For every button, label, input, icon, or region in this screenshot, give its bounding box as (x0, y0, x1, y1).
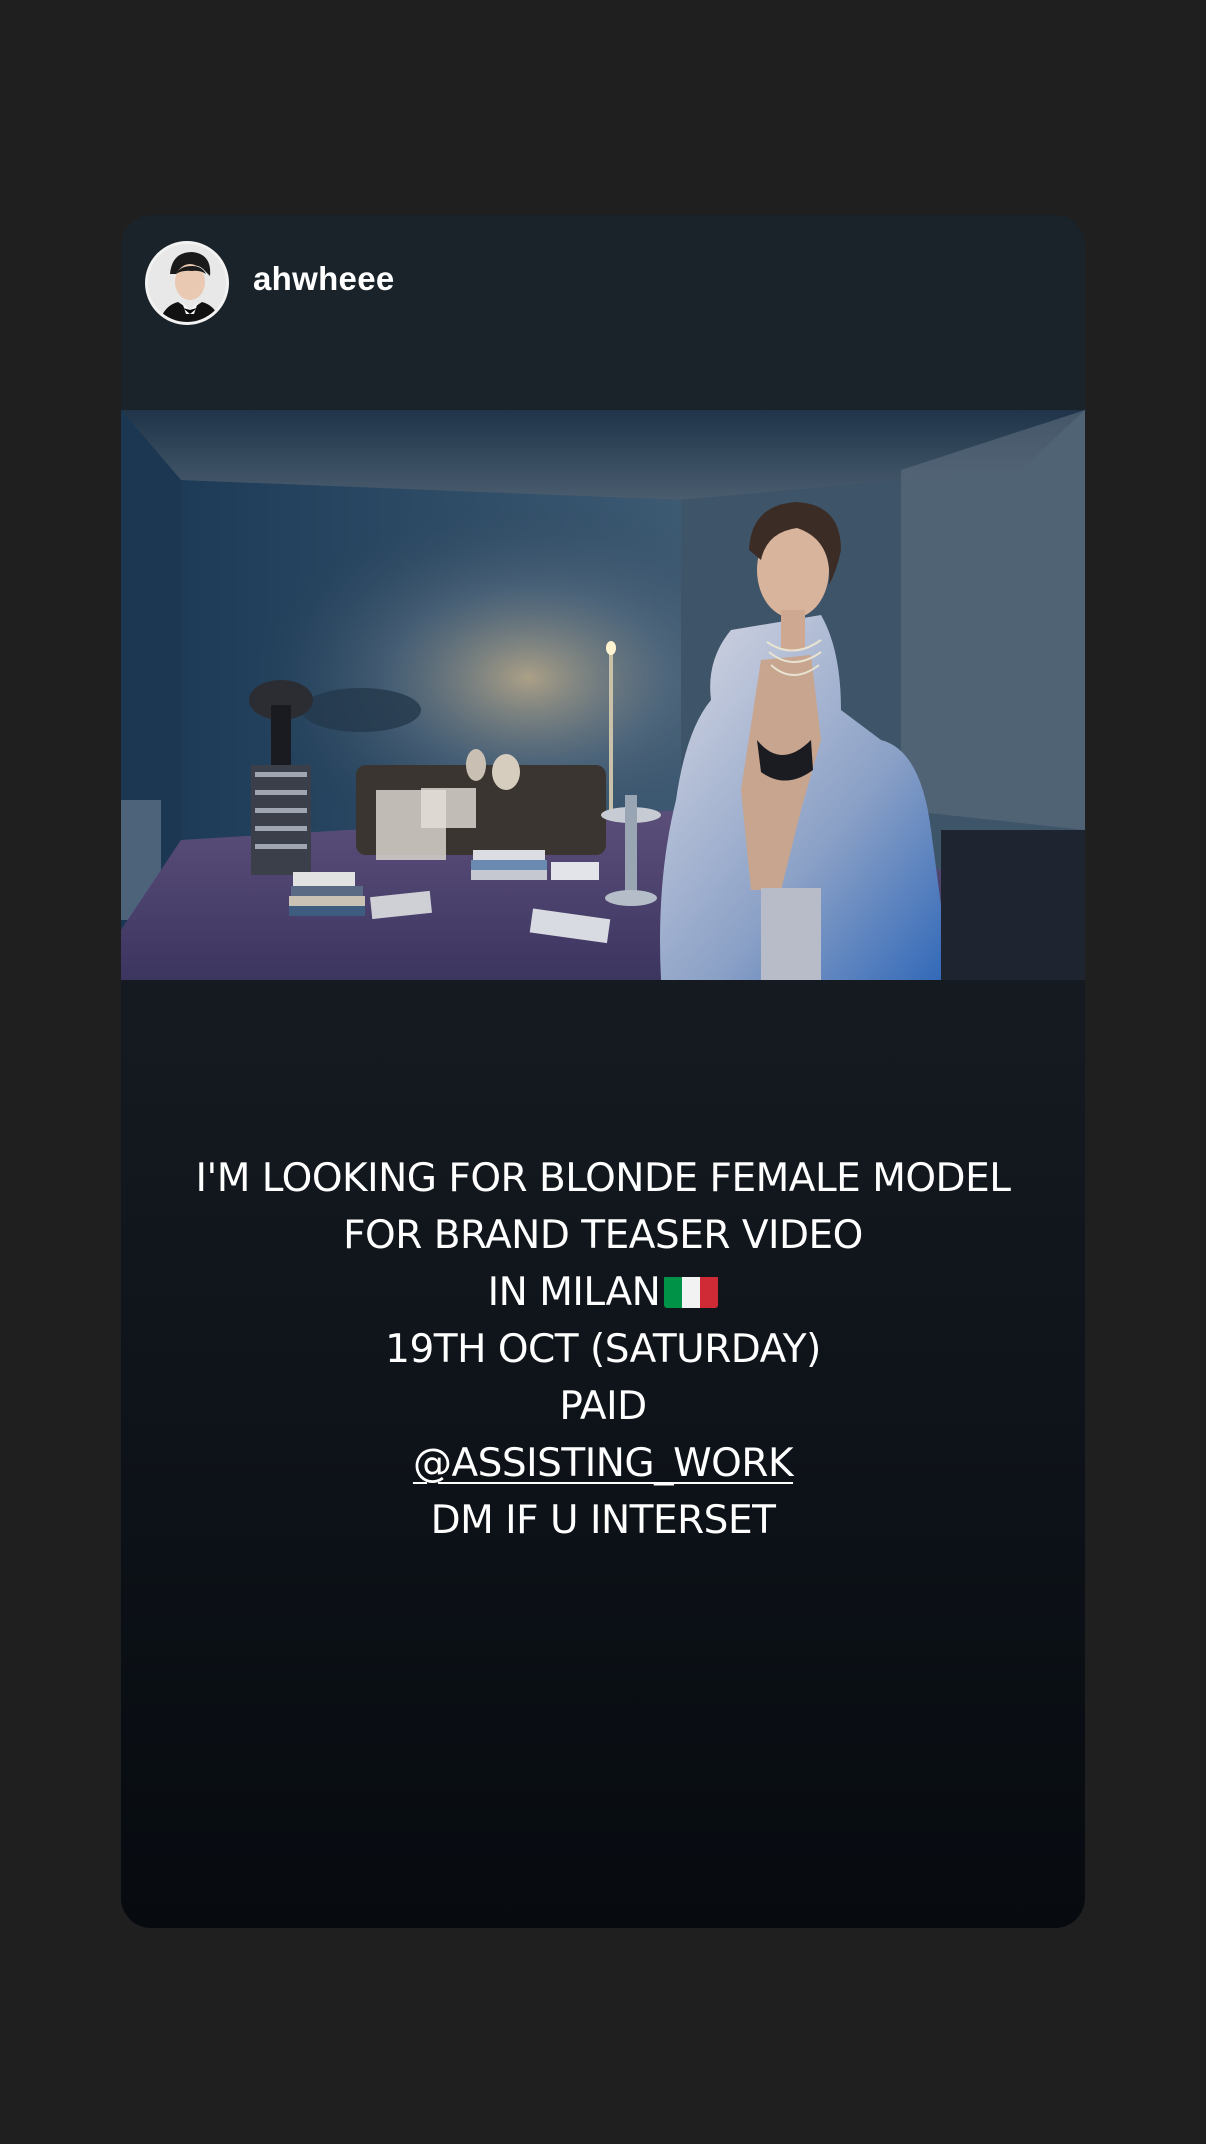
story-card: ahwheee I'M LOOKING FOR BLONDE FEMALE MO… (121, 215, 1085, 1928)
message-line: I'M LOOKING FOR BLONDE FEMALE MODEL (195, 1156, 1011, 1201)
italy-flag-icon (664, 1272, 719, 1308)
story-header: ahwheee (121, 215, 1085, 410)
photo-scene (121, 410, 1085, 980)
profile-photo (148, 244, 226, 322)
message-line: IN MILAN (487, 1270, 661, 1315)
username[interactable]: ahwheee (253, 260, 395, 298)
message-line: PAID (559, 1384, 647, 1429)
message-line: 19TH OCT (SATURDAY) (385, 1327, 821, 1372)
message-line: DM IF U INTERSET (430, 1498, 776, 1543)
message-line: FOR BRAND TEASER VIDEO (343, 1213, 863, 1258)
story-photo (121, 410, 1085, 980)
avatar[interactable] (145, 241, 229, 325)
message-line-location: IN MILAN (121, 1264, 1085, 1321)
mention-link[interactable]: @ASSISTING_WORK (413, 1441, 794, 1486)
story-text: I'M LOOKING FOR BLONDE FEMALE MODEL FOR … (121, 1150, 1085, 1549)
